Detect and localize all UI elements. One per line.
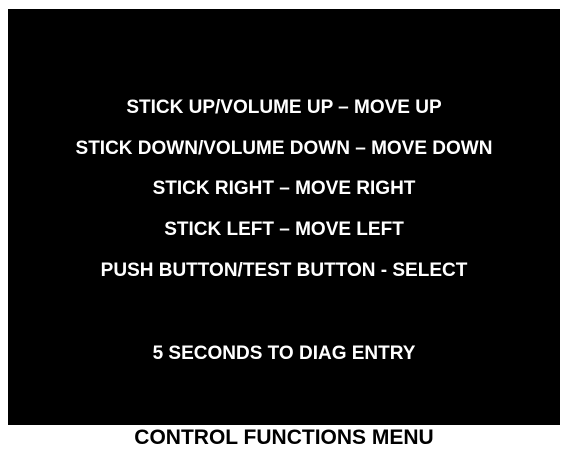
stick-down-instruction: STICK DOWN/VOLUME DOWN – MOVE DOWN — [75, 138, 493, 159]
push-button-instruction: PUSH BUTTON/TEST BUTTON - SELECT — [100, 260, 468, 281]
diag-entry-countdown: 5 SECONDS TO DIAG ENTRY — [152, 343, 416, 364]
control-functions-screen: STICK UP/VOLUME UP – MOVE UP STICK DOWN/… — [8, 9, 560, 425]
stick-right-instruction: STICK RIGHT – MOVE RIGHT — [152, 178, 416, 199]
stick-left-instruction: STICK LEFT – MOVE LEFT — [164, 219, 404, 240]
stick-up-instruction: STICK UP/VOLUME UP – MOVE UP — [126, 97, 442, 118]
screen-caption: CONTROL FUNCTIONS MENU — [134, 426, 434, 449]
